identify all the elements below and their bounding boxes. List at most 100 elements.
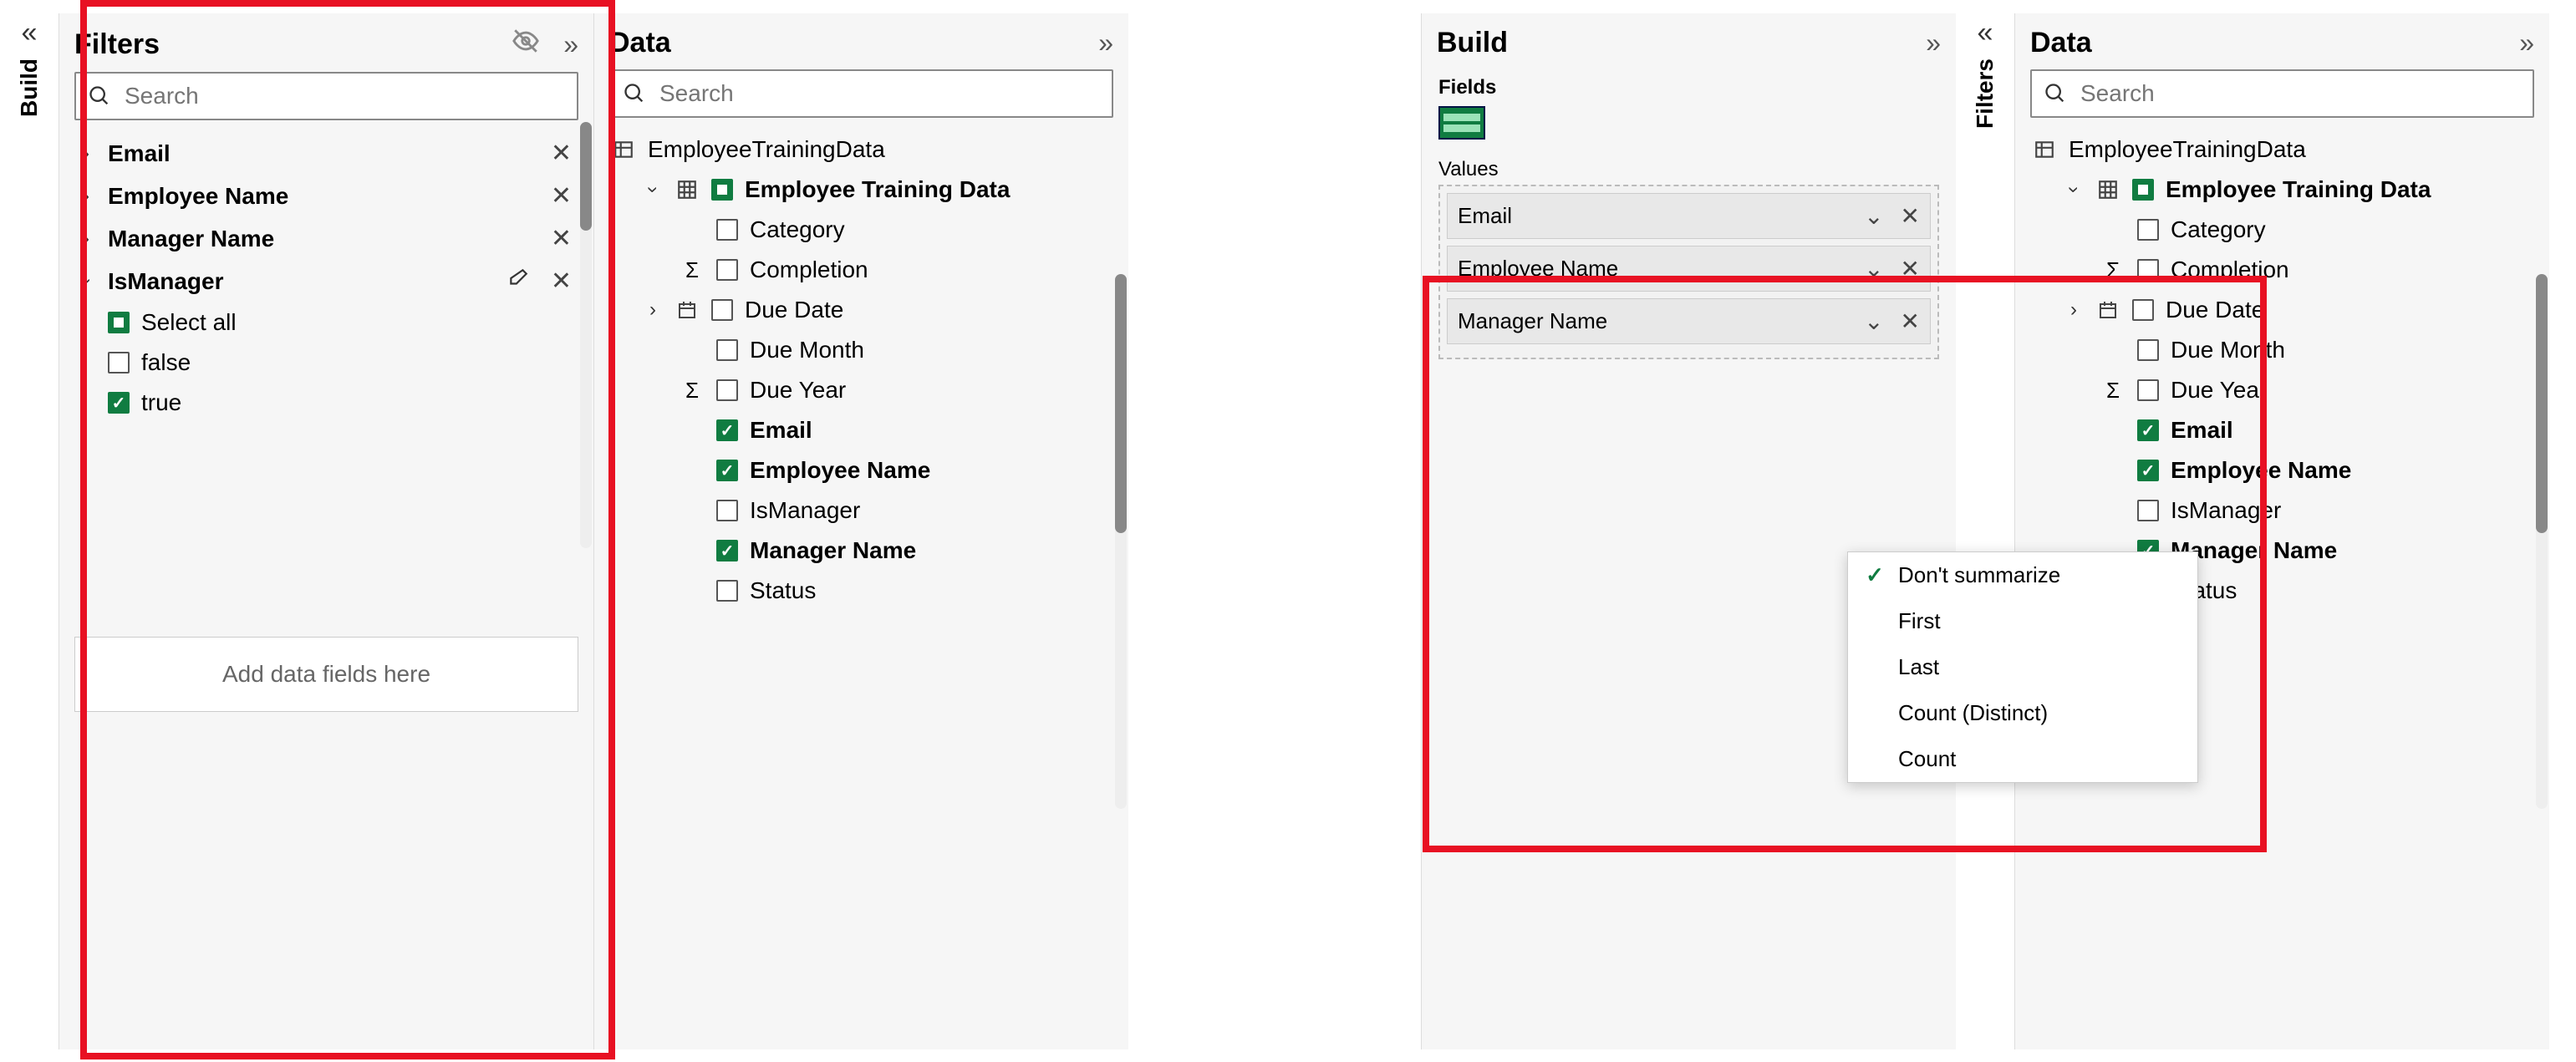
checkbox-checked-icon[interactable] (716, 540, 738, 561)
build-rail[interactable]: « Build (0, 13, 59, 1049)
close-icon[interactable]: ✕ (546, 224, 577, 253)
matrix-visual-icon[interactable] (1438, 106, 1485, 140)
checkbox-checked-icon[interactable] (716, 419, 738, 441)
checkbox-unchecked-icon[interactable] (711, 299, 733, 321)
checkbox-unchecked-icon[interactable] (716, 379, 738, 401)
checkbox-checked-icon[interactable] (108, 392, 130, 414)
data-search-right[interactable] (2030, 69, 2534, 118)
filters-rail[interactable]: « Filters (1956, 13, 2014, 1049)
checkbox-unchecked-icon[interactable] (716, 259, 738, 281)
value-field-manager-name[interactable]: Manager Name ⌄ ✕ (1447, 298, 1931, 344)
scrollbar[interactable] (580, 122, 592, 548)
filters-drop-target[interactable]: Add data fields here (74, 637, 578, 712)
filter-option-select-all[interactable]: Select all (69, 302, 583, 343)
chevron-down-icon[interactable]: ⌄ (1864, 255, 1883, 282)
filter-item-manager-name[interactable]: › Manager Name ✕ (69, 217, 583, 260)
field-employee-name[interactable]: Employee Name (2025, 450, 2539, 490)
checkbox-unchecked-icon[interactable] (716, 500, 738, 521)
checkbox-indeterminate-icon[interactable] (711, 179, 733, 201)
field-employee-name[interactable]: Employee Name (604, 450, 1118, 490)
expand-right-icon[interactable]: » (563, 29, 578, 60)
field-due-date[interactable]: › Due Date (604, 290, 1118, 330)
field-completion[interactable]: Σ Completion (2025, 250, 2539, 290)
close-icon[interactable]: ✕ (546, 267, 577, 296)
filter-item-employee-name[interactable]: › Employee Name ✕ (69, 175, 583, 217)
checkbox-unchecked-icon[interactable] (2132, 299, 2154, 321)
eraser-icon[interactable] (502, 267, 534, 296)
scrollbar[interactable] (2536, 274, 2548, 809)
expand-right-icon[interactable]: » (1926, 28, 1941, 58)
menu-item-dont-summarize[interactable]: ✓ Don't summarize (1848, 552, 2197, 598)
chevron-down-icon[interactable]: ⌄ (1864, 307, 1883, 335)
filters-search[interactable] (74, 72, 578, 120)
eye-off-icon[interactable] (512, 27, 540, 62)
scrollbar-thumb[interactable] (1115, 274, 1127, 533)
collapse-left-icon[interactable]: « (22, 18, 38, 47)
close-icon[interactable]: ✕ (546, 139, 577, 168)
table-row[interactable]: › Employee Training Data (604, 170, 1118, 210)
checkbox-indeterminate-icon[interactable] (108, 312, 130, 333)
field-due-date[interactable]: › Due Date (2025, 290, 2539, 330)
filter-option-true[interactable]: true (69, 383, 583, 423)
data-search[interactable] (609, 69, 1113, 118)
checkbox-checked-icon[interactable] (2137, 419, 2159, 441)
field-email[interactable]: Email (2025, 410, 2539, 450)
field-ismanager[interactable]: IsManager (604, 490, 1118, 531)
filter-item-email[interactable]: › Email ✕ (69, 132, 583, 175)
field-due-year[interactable]: Σ Due Year (2025, 370, 2539, 410)
close-icon[interactable]: ✕ (1901, 255, 1920, 282)
dataset-row[interactable]: EmployeeTrainingData (604, 130, 1118, 170)
close-icon[interactable]: ✕ (1901, 202, 1920, 230)
expand-right-icon[interactable]: » (1098, 28, 1113, 58)
field-status[interactable]: Status (604, 571, 1118, 611)
filters-search-input[interactable] (123, 82, 565, 110)
checkbox-unchecked-icon[interactable] (716, 580, 738, 602)
checkbox-unchecked-icon[interactable] (2137, 339, 2159, 361)
menu-item-count[interactable]: Count (1848, 736, 2197, 782)
value-field-employee-name[interactable]: Employee Name ⌄ ✕ (1447, 246, 1931, 292)
checkbox-unchecked-icon[interactable] (2137, 379, 2159, 401)
checkbox-unchecked-icon[interactable] (716, 339, 738, 361)
scrollbar-thumb[interactable] (2536, 274, 2548, 533)
chevron-right-icon: › (76, 185, 96, 208)
field-email[interactable]: Email (604, 410, 1118, 450)
sigma-icon: Σ (680, 257, 705, 282)
scrollbar[interactable] (1115, 274, 1127, 809)
checkbox-unchecked-icon[interactable] (716, 219, 738, 241)
data-search-input[interactable] (658, 79, 1100, 108)
checkbox-unchecked-icon[interactable] (2137, 259, 2159, 281)
checkbox-unchecked-icon[interactable] (2137, 500, 2159, 521)
chevron-down-icon[interactable]: ⌄ (1864, 202, 1883, 230)
values-well[interactable]: Email ⌄ ✕ Employee Name ⌄ ✕ Manager Name (1438, 185, 1939, 359)
close-icon[interactable]: ✕ (546, 181, 577, 211)
data-search-input-right[interactable] (2079, 79, 2521, 108)
expand-right-icon[interactable]: » (2519, 28, 2534, 58)
chevron-down-icon: › (641, 180, 664, 200)
checkbox-indeterminate-icon[interactable] (2132, 179, 2154, 201)
field-ismanager[interactable]: IsManager (2025, 490, 2539, 531)
filter-option-false[interactable]: false (69, 343, 583, 383)
filter-item-ismanager[interactable]: › IsManager ✕ (69, 260, 583, 302)
dataset-row[interactable]: EmployeeTrainingData (2025, 130, 2539, 170)
data-title: Data (2030, 27, 2092, 59)
value-field-email[interactable]: Email ⌄ ✕ (1447, 193, 1931, 239)
field-due-month[interactable]: Due Month (604, 330, 1118, 370)
scrollbar-thumb[interactable] (580, 122, 592, 231)
build-pane: Build » Fields Values Email ⌄ ✕ Employ (1421, 13, 1956, 1049)
checkbox-unchecked-icon[interactable] (108, 352, 130, 373)
field-completion[interactable]: Σ Completion (604, 250, 1118, 290)
checkbox-unchecked-icon[interactable] (2137, 219, 2159, 241)
field-due-month[interactable]: Due Month (2025, 330, 2539, 370)
checkbox-checked-icon[interactable] (716, 460, 738, 481)
menu-item-count-distinct[interactable]: Count (Distinct) (1848, 690, 2197, 736)
field-category[interactable]: Category (604, 210, 1118, 250)
field-due-year[interactable]: Σ Due Year (604, 370, 1118, 410)
menu-item-first[interactable]: First (1848, 598, 2197, 644)
menu-item-last[interactable]: Last (1848, 644, 2197, 690)
table-row[interactable]: › Employee Training Data (2025, 170, 2539, 210)
checkbox-checked-icon[interactable] (2137, 460, 2159, 481)
close-icon[interactable]: ✕ (1901, 307, 1920, 335)
collapse-left-icon[interactable]: « (1978, 18, 1993, 47)
field-category[interactable]: Category (2025, 210, 2539, 250)
field-manager-name[interactable]: Manager Name (604, 531, 1118, 571)
